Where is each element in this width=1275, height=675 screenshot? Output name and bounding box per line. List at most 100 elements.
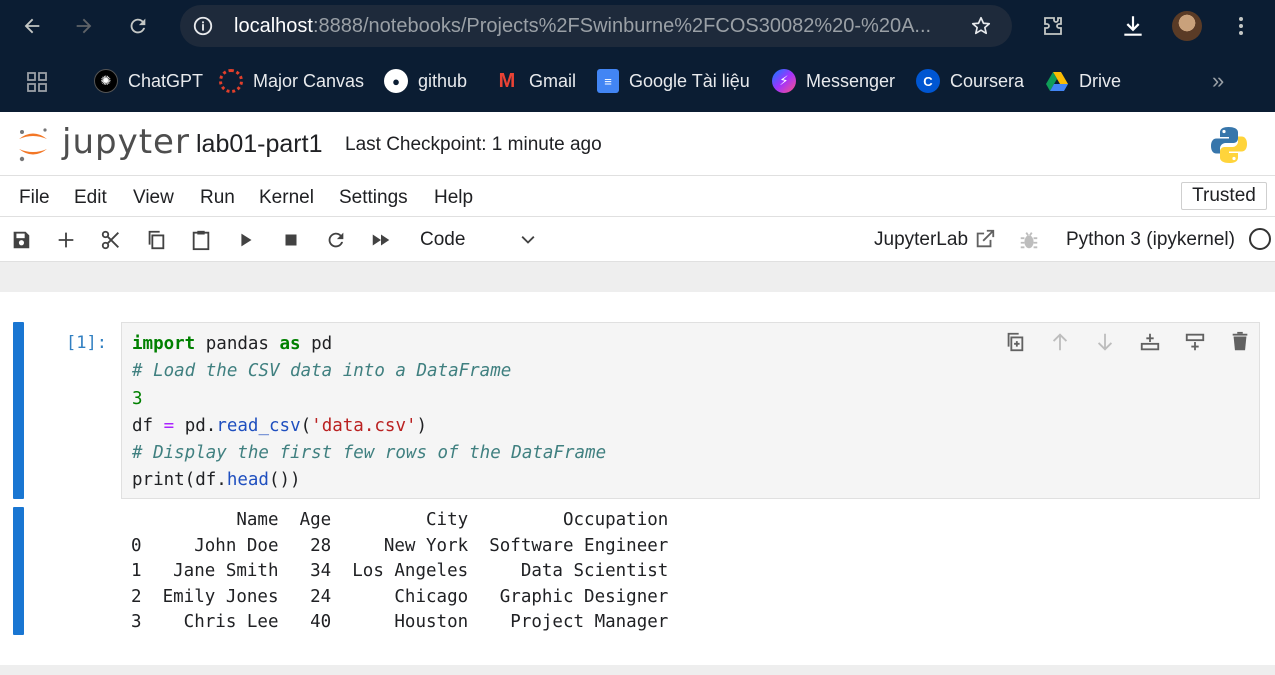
jupyter-header: jupyter lab01-part1 Last Checkpoint: 1 m… <box>0 112 1275 176</box>
menu-settings[interactable]: Settings <box>339 187 408 209</box>
bookmark-messenger[interactable]: ⚡ Messenger <box>772 68 895 94</box>
duplicate-icon <box>1007 332 1024 352</box>
menu-view[interactable]: View <box>133 187 174 209</box>
bookmark-star-icon[interactable] <box>970 15 992 37</box>
download-icon <box>1124 16 1142 36</box>
downloads-button[interactable] <box>1117 10 1149 42</box>
kebab-menu-icon <box>1239 17 1243 35</box>
stop-icon <box>285 234 297 246</box>
bookmark-label: Gmail <box>529 70 577 91</box>
plus-icon <box>58 232 74 248</box>
insert-cell-below-button[interactable] <box>1183 330 1207 354</box>
duplicate-cell-button[interactable] <box>1003 330 1027 354</box>
bookmark-coursera[interactable]: C Coursera <box>916 68 1024 94</box>
bookmark-label: ChatGPT <box>128 70 204 91</box>
menu-kernel[interactable]: Kernel <box>259 187 314 209</box>
delete-cell-button[interactable] <box>1228 330 1252 354</box>
jupyter-wordmark: jupyter <box>62 122 190 162</box>
arrow-right-icon <box>76 18 92 34</box>
code-content[interactable]: import pandas as pd # Load the CSV data i… <box>132 331 606 495</box>
arrow-left-icon <box>24 18 40 34</box>
interrupt-button[interactable] <box>279 228 303 252</box>
notebook-title[interactable]: lab01-part1 <box>196 130 322 159</box>
bookmark-google-docs[interactable]: ≡ Google Tài liệu <box>597 68 750 94</box>
bookmark-label: Coursera <box>950 70 1025 91</box>
cut-button[interactable] <box>99 228 123 252</box>
kernel-name[interactable]: Python 3 (ipykernel) <box>1066 229 1235 251</box>
save-icon <box>13 231 30 249</box>
gmail-icon: M <box>498 69 516 92</box>
chevron-down-icon[interactable] <box>518 230 538 250</box>
copy-icon <box>148 230 165 250</box>
output-collapser[interactable] <box>13 507 24 635</box>
bookmark-drive[interactable]: Drive <box>1045 68 1121 94</box>
notebook-toolbar: Code JupyterLab Python 3 (ipykernel) <box>0 218 1275 262</box>
menu-file[interactable]: File <box>19 187 50 209</box>
url-host: localhost <box>234 14 313 37</box>
trusted-badge[interactable]: Trusted <box>1181 182 1267 210</box>
move-cell-up-button[interactable] <box>1048 330 1072 354</box>
move-cell-down-button[interactable] <box>1093 330 1117 354</box>
clipboard-icon <box>192 230 210 251</box>
bookmark-label: github <box>418 70 468 91</box>
code-line: # Display the first few rows of the Data… <box>132 443 607 464</box>
cell-type-select[interactable]: Code <box>420 229 465 251</box>
code-cell-editor[interactable]: import pandas as pd # Load the CSV data i… <box>121 322 1260 499</box>
save-button[interactable] <box>9 228 33 252</box>
extensions-button[interactable] <box>1037 10 1069 42</box>
output-line: Name Age City Occupation <box>131 510 669 530</box>
canvas-icon <box>219 69 243 93</box>
input-prompt: [1]: <box>66 333 107 353</box>
bookmark-major-canvas[interactable]: Major Canvas <box>219 68 364 94</box>
restart-run-all-button[interactable] <box>369 228 393 252</box>
jupyter-logo-icon[interactable] <box>16 124 50 164</box>
bookmark-label: Messenger <box>806 70 896 91</box>
drive-icon <box>1045 69 1069 93</box>
insert-cell-above-button[interactable] <box>1138 330 1162 354</box>
apps-grid-icon <box>27 72 47 92</box>
apps-button[interactable] <box>21 66 53 98</box>
menu-run[interactable]: Run <box>200 187 235 209</box>
menu-bar: File Edit View Run Kernel Settings Help … <box>0 177 1275 217</box>
run-button[interactable] <box>234 228 258 252</box>
back-button[interactable] <box>16 10 48 42</box>
browser-chrome: localhost:8888/notebooks/Projects%2FSwin… <box>0 0 1275 112</box>
bookmark-chatgpt[interactable]: ✺ ChatGPT <box>94 68 203 94</box>
code-line: df = pd.read_csv('data.csv') <box>132 415 428 436</box>
url-text: localhost:8888/notebooks/Projects%2FSwin… <box>234 15 954 38</box>
browser-menu-button[interactable] <box>1225 10 1257 42</box>
menu-help[interactable]: Help <box>434 187 473 209</box>
forward-button[interactable] <box>68 10 100 42</box>
code-line: print(df.head()) <box>132 470 301 491</box>
paste-button[interactable] <box>189 228 213 252</box>
last-checkpoint: Last Checkpoint: 1 minute ago <box>345 134 602 155</box>
bug-icon[interactable] <box>1018 229 1040 251</box>
kernel-status-icon <box>1249 228 1271 250</box>
output-line: 0 John Doe 28 New York Software Engineer <box>131 535 669 556</box>
open-jupyterlab-link[interactable]: JupyterLab <box>874 229 968 251</box>
bookmarks-overflow-button[interactable]: » <box>1212 68 1224 94</box>
scissors-icon <box>101 230 119 250</box>
address-bar[interactable]: localhost:8888/notebooks/Projects%2FSwin… <box>180 5 1012 47</box>
reload-button[interactable] <box>122 10 154 42</box>
copy-button[interactable] <box>144 228 168 252</box>
insert-cell-button[interactable] <box>54 228 78 252</box>
external-link-icon[interactable] <box>974 228 996 250</box>
notebook-bottom-band <box>0 665 1275 675</box>
profile-avatar[interactable] <box>1172 11 1202 41</box>
coursera-icon: C <box>916 69 940 93</box>
site-info-icon[interactable] <box>192 15 214 37</box>
code-line: 3 <box>132 388 143 409</box>
reload-icon <box>130 18 146 34</box>
arrow-up-icon <box>1052 333 1068 351</box>
puzzle-icon <box>1044 17 1062 35</box>
menu-edit[interactable]: Edit <box>74 187 107 209</box>
restart-button[interactable] <box>324 228 348 252</box>
bookmark-github[interactable]: ● github <box>384 68 467 94</box>
bookmark-gmail[interactable]: M Gmail <box>495 68 576 94</box>
cell-collapser[interactable] <box>13 322 24 499</box>
url-path: :8888/notebooks/Projects%2FSwinburne%2FC… <box>312 14 932 37</box>
cell-output: Name Age City Occupation 0 John Doe 28 Ne… <box>131 508 668 636</box>
bookmark-label: Major Canvas <box>253 70 365 91</box>
insert-below-icon <box>1185 333 1205 351</box>
